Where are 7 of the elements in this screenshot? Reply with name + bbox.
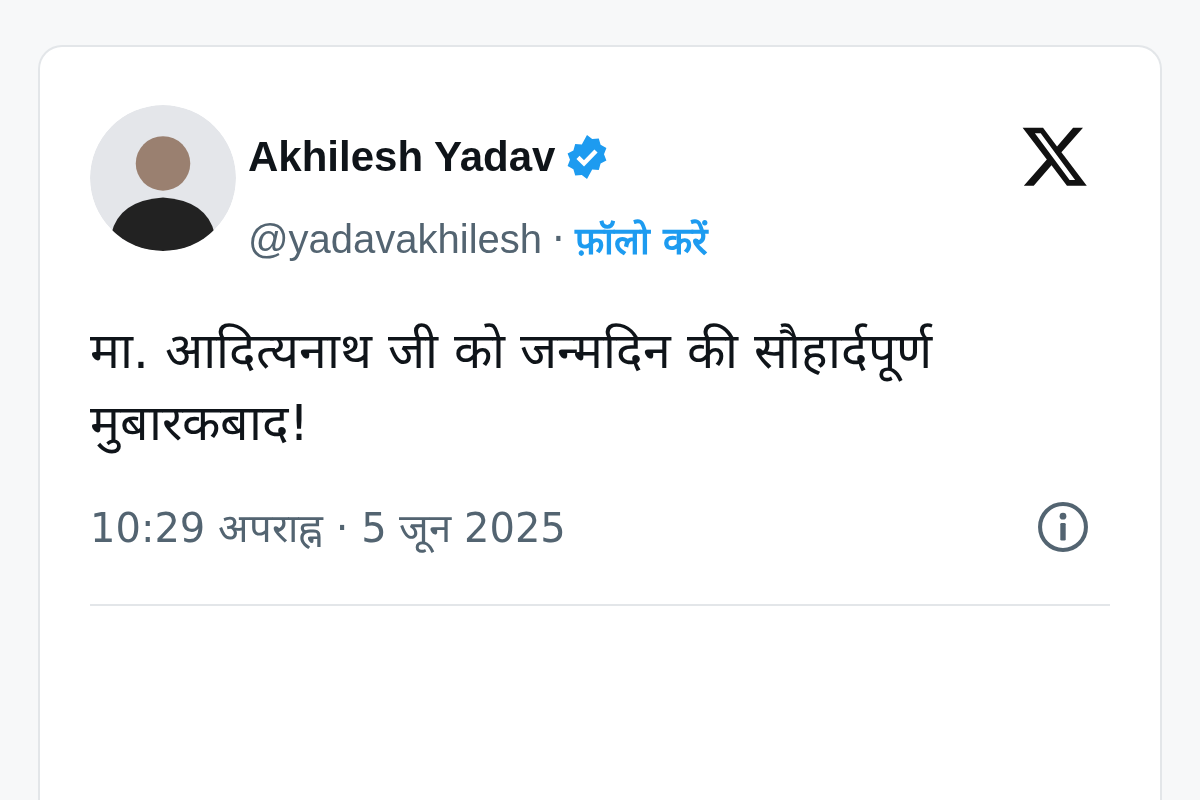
avatar[interactable] [90,105,236,251]
tweet-timestamp[interactable]: 10:29 अपराह्न · 5 जून 2025 [90,499,566,554]
author-name[interactable]: Akhilesh Yadav [248,133,556,181]
separator-dot: · [552,216,565,262]
author-handle[interactable]: @yadavakhilesh [248,216,543,262]
tweet-text: मा. आदित्यनाथ जी को जन्मदिन की सौहार्दपूर्ण मुबारकबाद! [90,321,934,456]
info-icon[interactable] [1036,499,1090,554]
